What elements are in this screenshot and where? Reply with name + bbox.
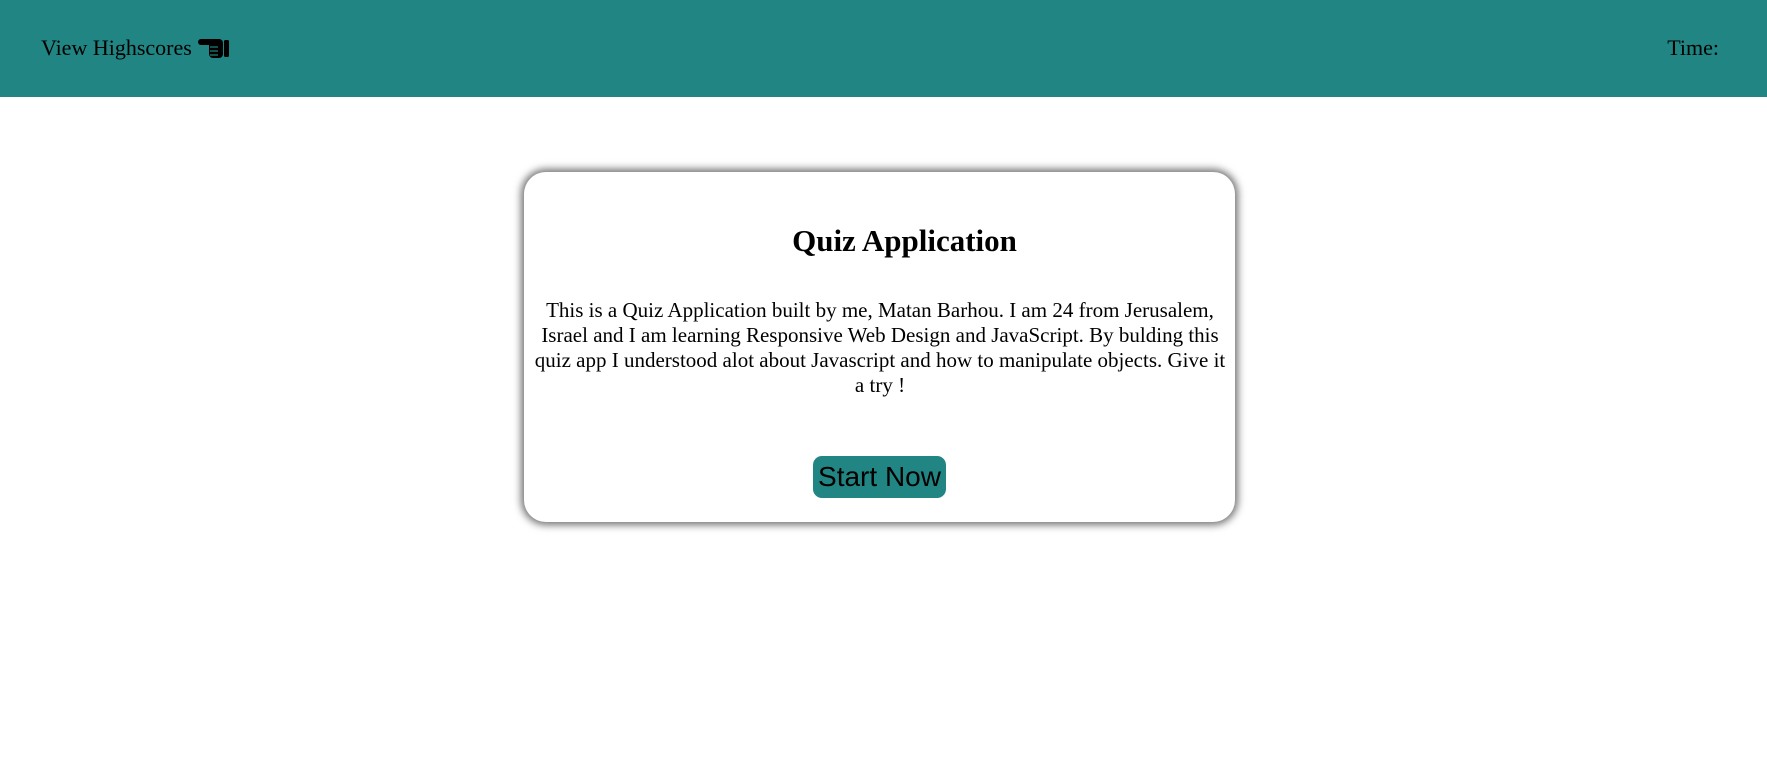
view-highscores-link[interactable]: View Highscores	[41, 34, 231, 62]
top-bar: View Highscores Time:	[0, 0, 1767, 97]
quiz-intro-card: Quiz Application This is a Quiz Applicat…	[524, 172, 1235, 522]
pointing-hand-icon	[197, 35, 231, 61]
start-now-button[interactable]: Start Now	[813, 456, 946, 498]
view-highscores-label: View Highscores	[41, 35, 192, 60]
quiz-description: This is a Quiz Application built by me, …	[534, 298, 1226, 397]
timer-display: Time:	[1667, 35, 1719, 60]
quiz-title: Quiz Application	[792, 223, 1017, 258]
